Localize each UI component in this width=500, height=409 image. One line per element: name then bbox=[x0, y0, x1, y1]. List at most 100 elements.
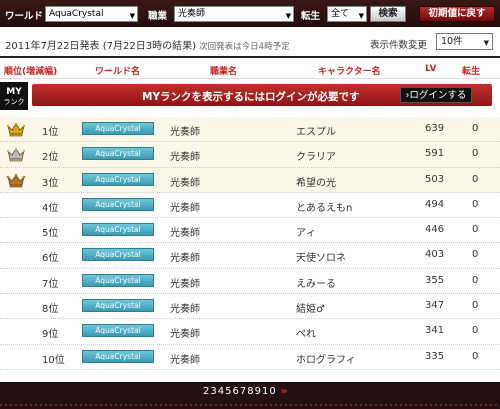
pagination: 2345678910» bbox=[203, 386, 288, 397]
job-cell: 光奏師 bbox=[170, 228, 200, 240]
rebirth-cell: 0 bbox=[472, 300, 479, 312]
rank-cell: 2位 bbox=[42, 152, 59, 164]
lv-cell: 341 bbox=[425, 325, 445, 337]
rebirth-cell: 0 bbox=[472, 173, 479, 185]
job-select-value: 光奏師 bbox=[178, 9, 206, 19]
display-count-label: 表示件数変更 bbox=[370, 40, 428, 51]
character-cell[interactable]: 天使ソロネ bbox=[296, 249, 346, 264]
my-rank-banner: MYランクを表示するにはログインが必要です ›ログインする bbox=[32, 84, 492, 106]
page-link-3[interactable]: 3 bbox=[210, 386, 217, 397]
header-world: ワールド名 bbox=[95, 67, 141, 77]
table-row: 7位 AquaCrystal 光奏師 えみーる 355 0 bbox=[0, 269, 500, 295]
character-cell[interactable]: クラリア bbox=[296, 148, 336, 163]
search-button[interactable]: 検索 bbox=[370, 6, 406, 22]
world-badge: AquaCrystal bbox=[82, 197, 154, 211]
rank-cell: 7位 bbox=[42, 278, 59, 290]
rebirth-filter-label: 転生 bbox=[301, 11, 321, 22]
table-row: 2位 AquaCrystal 光奏師 クラリア 591 0 bbox=[0, 142, 500, 168]
world-badge: AquaCrystal bbox=[82, 273, 154, 287]
job-cell: 光奏師 bbox=[170, 304, 200, 316]
table-row: 10位 AquaCrystal 光奏師 ホログラフィ 335 0 bbox=[0, 345, 500, 370]
world-select[interactable]: AquaCrystal ▼ bbox=[45, 6, 138, 22]
table-row: 1位 AquaCrystal 光奏師 エスプル 639 0 bbox=[0, 117, 500, 143]
world-badge: AquaCrystal bbox=[82, 122, 154, 135]
job-select[interactable]: 光奏師 ▼ bbox=[174, 6, 294, 22]
job-cell: 光奏師 bbox=[170, 253, 200, 265]
login-required-message: MYランクを表示するにはログインが必要です bbox=[142, 91, 360, 103]
lv-cell: 403 bbox=[425, 249, 445, 261]
table-row: 5位 AquaCrystal 光奏師 アィ 446 0 bbox=[0, 218, 500, 244]
rank-cell: 9位 bbox=[42, 329, 59, 341]
crown-silver-icon bbox=[6, 146, 26, 162]
lv-cell: 591 bbox=[425, 148, 445, 160]
display-count-value: 10件 bbox=[441, 36, 463, 47]
world-badge: AquaCrystal bbox=[82, 172, 154, 186]
rank-cell: 3位 bbox=[42, 177, 59, 189]
job-cell: 光奏師 bbox=[170, 278, 200, 290]
announcement-date: 2011年7月22日発表 (7月22日3時の結果) 次回発表は今日4時予定 bbox=[5, 37, 290, 52]
chevron-down-icon: ▼ bbox=[483, 39, 489, 47]
table-row: 9位 AquaCrystal 光奏師 ぺれ 341 0 bbox=[0, 319, 500, 345]
crown-bronze-icon bbox=[6, 172, 26, 188]
reset-defaults-button[interactable]: 初期値に戻す bbox=[419, 6, 495, 22]
job-cell: 光奏師 bbox=[170, 152, 200, 164]
rank-cell: 10位 bbox=[42, 354, 65, 366]
header-rebirth: 転生 bbox=[462, 67, 481, 77]
character-cell[interactable]: とあるえもn bbox=[296, 199, 352, 214]
lv-cell: 446 bbox=[425, 224, 445, 236]
world-select-value: AquaCrystal bbox=[49, 9, 104, 19]
character-cell[interactable]: エスプル bbox=[296, 123, 336, 138]
rebirth-cell: 0 bbox=[472, 274, 479, 286]
pager-footer: 2345678910» bbox=[0, 382, 500, 409]
next-page-icon[interactable]: » bbox=[281, 386, 288, 397]
rebirth-select[interactable]: 全て ▼ bbox=[327, 6, 367, 22]
character-cell[interactable]: 希望の光 bbox=[296, 174, 336, 189]
chevron-down-icon: ▼ bbox=[285, 12, 291, 20]
world-badge: AquaCrystal bbox=[82, 147, 154, 161]
world-badge: AquaCrystal bbox=[82, 349, 154, 363]
header-job: 職業名 bbox=[210, 67, 238, 77]
lv-cell: 347 bbox=[425, 300, 445, 312]
rebirth-cell: 0 bbox=[472, 249, 479, 261]
ranking-panel: 2011年7月22日発表 (7月22日3時の結果) 次回発表は今日4時予定 表示… bbox=[0, 27, 500, 382]
crown-gold-icon bbox=[6, 121, 26, 137]
character-cell[interactable]: えみーる bbox=[296, 275, 336, 290]
job-cell: 光奏師 bbox=[170, 177, 200, 189]
lv-cell: 503 bbox=[425, 173, 445, 185]
page-link-10[interactable]: 10 bbox=[262, 386, 277, 397]
lv-cell: 335 bbox=[425, 350, 445, 362]
table-row: 4位 AquaCrystal 光奏師 とあるえもn 494 0 bbox=[0, 193, 500, 219]
rebirth-cell: 0 bbox=[472, 198, 479, 210]
rebirth-cell: 0 bbox=[472, 224, 479, 236]
world-badge: AquaCrystal bbox=[82, 223, 154, 237]
lv-cell: 494 bbox=[425, 198, 445, 210]
job-cell: 光奏師 bbox=[170, 202, 200, 214]
announcement-date-text: 2011年7月22日発表 (7月22日3時の結果) bbox=[5, 41, 196, 52]
character-cell[interactable]: ホログラフィ bbox=[296, 351, 356, 366]
display-count-select[interactable]: 10件 ▼ bbox=[436, 33, 493, 50]
next-announcement-note: 次回発表は今日4時予定 bbox=[199, 42, 290, 52]
table-header: 順位(増減幅) ワールド名 職業名 キャラクター名 LV 転生 bbox=[0, 56, 500, 79]
page-link-5[interactable]: 5 bbox=[225, 386, 232, 397]
page-link-8[interactable]: 8 bbox=[247, 386, 254, 397]
character-cell[interactable]: 結姫♂ bbox=[296, 300, 325, 315]
page-link-9[interactable]: 9 bbox=[255, 386, 262, 397]
world-badge: AquaCrystal bbox=[82, 324, 154, 338]
table-row: 3位 AquaCrystal 光奏師 希望の光 503 0 bbox=[0, 167, 500, 193]
page-link-6[interactable]: 6 bbox=[233, 386, 240, 397]
rebirth-select-value: 全て bbox=[331, 9, 350, 19]
rank-cell: 4位 bbox=[42, 202, 59, 214]
rank-cell: 5位 bbox=[42, 228, 59, 240]
lv-cell: 355 bbox=[425, 274, 445, 286]
rank-cell: 1位 bbox=[42, 127, 59, 138]
rebirth-cell: 0 bbox=[472, 123, 479, 134]
job-cell: 光奏師 bbox=[170, 127, 200, 138]
character-cell[interactable]: ぺれ bbox=[296, 325, 316, 340]
character-cell[interactable]: アィ bbox=[296, 224, 316, 239]
ranking-list: 1位 AquaCrystal 光奏師 エスプル 639 0 2位 AquaCrystal 光奏師… bbox=[0, 117, 500, 370]
job-filter-label: 職業 bbox=[148, 11, 168, 22]
footer-divider bbox=[0, 404, 500, 406]
header-character: キャラクター名 bbox=[318, 67, 381, 77]
login-button[interactable]: ›ログインする bbox=[400, 87, 472, 103]
rebirth-cell: 0 bbox=[472, 325, 479, 337]
